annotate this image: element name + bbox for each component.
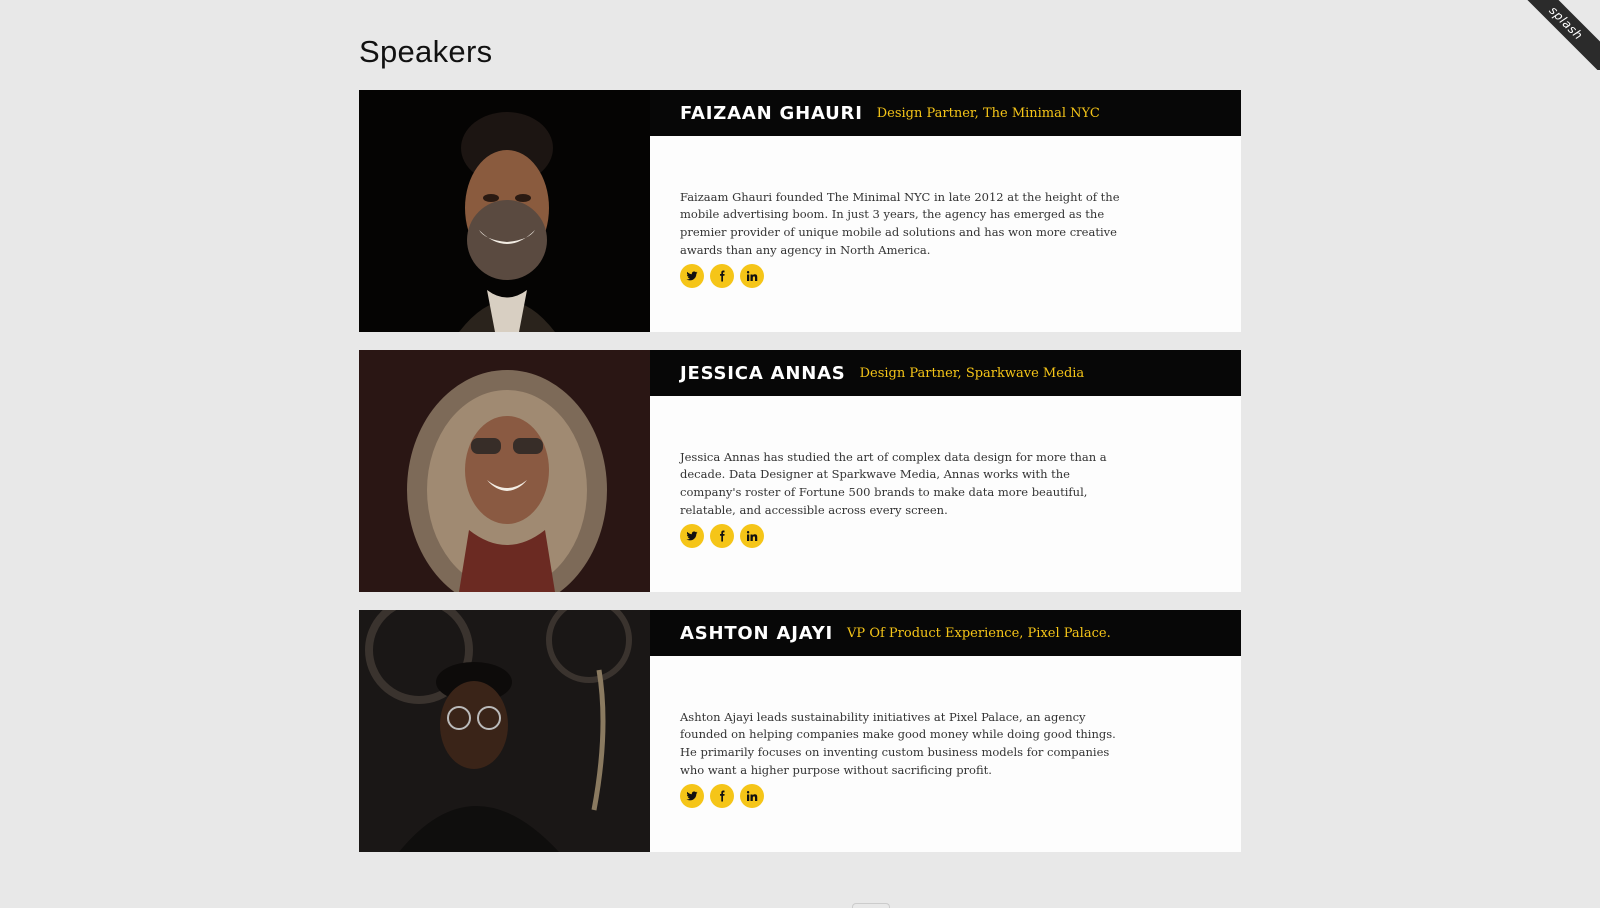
speaker-bio: Ashton Ajayi leads sustainability initia…	[680, 709, 1116, 777]
speaker-header: JESSICA ANNAS Design Partner, Sparkwave …	[650, 350, 1241, 396]
speaker-social-links	[680, 524, 764, 548]
splash-ribbon[interactable]: splash	[1510, 0, 1600, 70]
speaker-social-links	[680, 784, 764, 808]
speaker-bio: Jessica Annas has studied the art of com…	[680, 449, 1107, 517]
twitter-icon[interactable]	[680, 784, 704, 808]
speaker-name: ASHTON AJAYI	[680, 622, 834, 644]
speakers-list: FAIZAAN GHAURI Design Partner, The Minim…	[359, 90, 1241, 870]
speaker-header: ASHTON AJAYI VP Of Product Experience, P…	[650, 610, 1241, 656]
twitter-icon[interactable]	[680, 264, 704, 288]
speaker-name: JESSICA ANNAS	[680, 362, 846, 384]
speaker-photo-man-glasses	[359, 610, 650, 852]
linkedin-icon[interactable]	[740, 784, 764, 808]
twitter-icon[interactable]	[680, 524, 704, 548]
speaker-role: VP Of Product Experience, Pixel Palace.	[847, 625, 1111, 641]
speaker-photo	[359, 90, 650, 332]
linkedin-icon[interactable]	[740, 264, 764, 288]
speaker-card: JESSICA ANNAS Design Partner, Sparkwave …	[359, 350, 1241, 592]
speaker-photo-woman-fur-hood	[359, 350, 650, 592]
facebook-icon[interactable]	[710, 784, 734, 808]
speaker-content: JESSICA ANNAS Design Partner, Sparkwave …	[650, 350, 1241, 592]
speaker-photo-smiling-man	[359, 90, 650, 332]
scroll-indicator[interactable]	[852, 903, 890, 908]
speaker-photo	[359, 610, 650, 852]
facebook-icon[interactable]	[710, 524, 734, 548]
speaker-card: FAIZAAN GHAURI Design Partner, The Minim…	[359, 90, 1241, 332]
speaker-header: FAIZAAN GHAURI Design Partner, The Minim…	[650, 90, 1241, 136]
speaker-social-links	[680, 264, 764, 288]
speaker-name: FAIZAAN GHAURI	[680, 102, 863, 124]
speaker-content: ASHTON AJAYI VP Of Product Experience, P…	[650, 610, 1241, 852]
linkedin-icon[interactable]	[740, 524, 764, 548]
speaker-role: Design Partner, The Minimal NYC	[876, 105, 1100, 121]
speaker-bio: Faizaam Ghauri founded The Minimal NYC i…	[680, 189, 1120, 257]
speaker-role: Design Partner, Sparkwave Media	[859, 365, 1085, 381]
speaker-photo	[359, 350, 650, 592]
page-title: Speakers	[359, 34, 493, 69]
splash-ribbon-label[interactable]: splash	[1515, 0, 1600, 70]
speaker-card: ASHTON AJAYI VP Of Product Experience, P…	[359, 610, 1241, 852]
speaker-content: FAIZAAN GHAURI Design Partner, The Minim…	[650, 90, 1241, 332]
facebook-icon[interactable]	[710, 264, 734, 288]
